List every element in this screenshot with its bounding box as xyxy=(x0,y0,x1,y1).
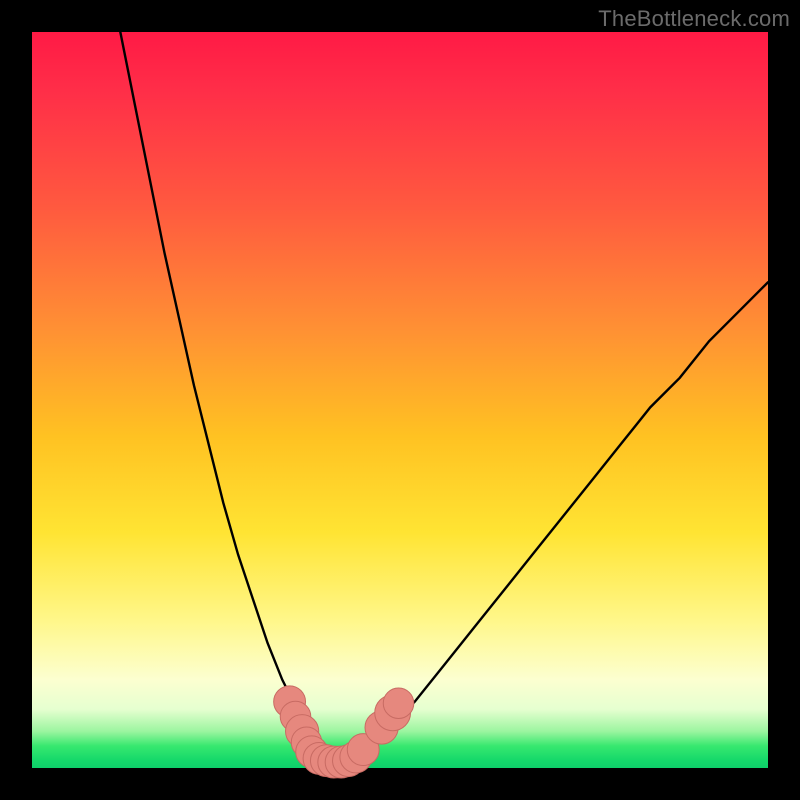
plot-area xyxy=(32,32,768,768)
bottleneck-curve xyxy=(120,32,768,764)
chart-frame: TheBottleneck.com xyxy=(0,0,800,800)
valley-marker xyxy=(383,688,414,719)
curve-layer xyxy=(32,32,768,768)
watermark-text: TheBottleneck.com xyxy=(598,6,790,32)
valley-markers xyxy=(274,686,414,778)
